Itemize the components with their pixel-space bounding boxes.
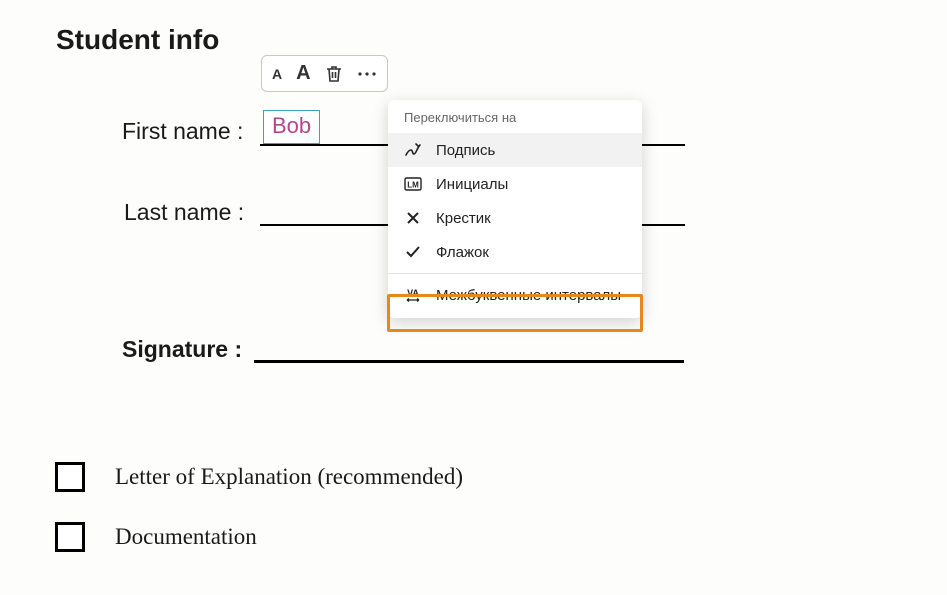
- dropdown-item-label: Подпись: [436, 142, 495, 159]
- dropdown-item-signature[interactable]: Подпись: [388, 133, 642, 167]
- checkbox-docs-label: Documentation: [115, 524, 257, 550]
- increase-font-button[interactable]: A: [296, 62, 310, 85]
- more-horizontal-icon: [357, 71, 377, 77]
- signature-label: Signature :: [122, 336, 242, 363]
- signature-icon: [404, 141, 422, 159]
- dropdown-item-label: Флажок: [436, 244, 489, 261]
- more-button[interactable]: [357, 71, 377, 77]
- signature-line[interactable]: [254, 360, 684, 363]
- checkbox-letter[interactable]: [55, 462, 85, 492]
- check-icon: [404, 243, 422, 261]
- initials-icon: LM: [404, 175, 422, 193]
- first-name-label: First name :: [122, 118, 243, 145]
- dropdown-item-label: Инициалы: [436, 176, 508, 193]
- checkbox-letter-label: Letter of Explanation (recommended): [115, 464, 463, 490]
- decrease-font-button[interactable]: A: [272, 66, 282, 82]
- page-title: Student info: [56, 24, 219, 56]
- signature-row: Signature :: [122, 336, 242, 363]
- checkbox-row-letter: Letter of Explanation (recommended): [55, 462, 463, 492]
- last-name-row: Last name :: [124, 199, 244, 226]
- checkbox-row-docs: Documentation: [55, 522, 257, 552]
- svg-text:VA: VA: [407, 288, 419, 298]
- last-name-label: Last name :: [124, 199, 244, 226]
- dropdown-item-initials[interactable]: LM Инициалы: [388, 167, 642, 201]
- dropdown-item-label: Межбуквенные интервалы: [436, 287, 621, 304]
- checkbox-docs[interactable]: [55, 522, 85, 552]
- trash-icon: [325, 64, 343, 84]
- switch-to-dropdown: Переключиться на Подпись LM Инициалы Кре…: [388, 100, 642, 318]
- text-toolbar: A A: [261, 55, 388, 92]
- dropdown-item-cross[interactable]: Крестик: [388, 201, 642, 235]
- svg-text:LM: LM: [407, 181, 419, 190]
- cross-icon: [404, 209, 422, 227]
- first-name-input[interactable]: Bob: [263, 110, 320, 144]
- dropdown-item-spacing[interactable]: VA Межбуквенные интервалы: [388, 278, 642, 312]
- first-name-row: First name :: [122, 118, 243, 145]
- letter-spacing-icon: VA: [404, 286, 422, 304]
- delete-button[interactable]: [325, 64, 343, 84]
- dropdown-separator: [388, 273, 642, 274]
- first-name-value: Bob: [272, 113, 311, 138]
- dropdown-item-check[interactable]: Флажок: [388, 235, 642, 269]
- dropdown-header: Переключиться на: [388, 100, 642, 133]
- dropdown-item-label: Крестик: [436, 210, 491, 227]
